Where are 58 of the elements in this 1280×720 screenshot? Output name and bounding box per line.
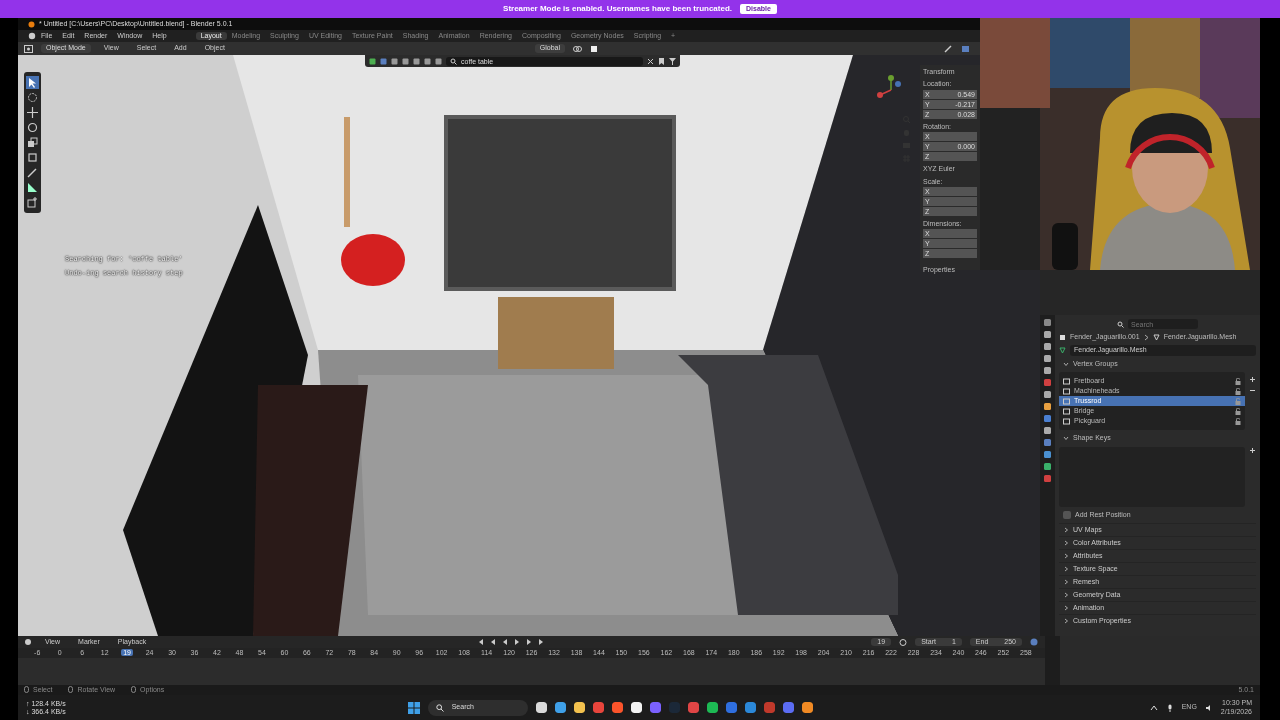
chevron-icon[interactable] — [1063, 578, 1069, 585]
object-icon — [1059, 333, 1066, 341]
chevron-icon[interactable] — [1063, 604, 1069, 611]
ruler-icon[interactable] — [26, 181, 39, 194]
lock-icon[interactable] — [1235, 407, 1241, 415]
lock-icon[interactable] — [1235, 387, 1241, 395]
select-circle-icon[interactable] — [26, 91, 39, 104]
search-icon — [435, 703, 444, 712]
chevron-icon[interactable] — [1063, 526, 1069, 533]
search-icon — [1117, 320, 1124, 328]
mouse-icon — [131, 686, 137, 694]
caret-icon[interactable] — [1149, 703, 1158, 712]
app-icon[interactable] — [573, 702, 585, 713]
chevron-icon[interactable] — [1063, 435, 1069, 442]
scale-icon[interactable] — [26, 136, 39, 149]
pivot-icon[interactable] — [573, 44, 582, 53]
mouse-icon — [68, 686, 74, 694]
chevron-icon[interactable] — [1063, 360, 1069, 367]
filter-icon[interactable] — [669, 57, 676, 65]
chevron-icon[interactable] — [1063, 591, 1069, 598]
banner-text: Streamer Mode is enabled. Usernames have been truncated. — [503, 4, 733, 14]
keying-icon[interactable] — [1030, 638, 1039, 646]
app-icon[interactable] — [630, 702, 642, 713]
speaker-icon[interactable] — [1204, 703, 1213, 712]
chevron-icon[interactable] — [1063, 565, 1069, 572]
app-icon[interactable] — [706, 702, 718, 713]
cursor-icon[interactable] — [26, 76, 39, 89]
app-icon[interactable] — [554, 702, 566, 713]
checkbox[interactable] — [1063, 510, 1071, 519]
app-icon[interactable] — [801, 702, 813, 713]
chevron-icon[interactable] — [1063, 552, 1069, 559]
jump-start-icon[interactable] — [477, 638, 486, 646]
chevron-icon[interactable] — [1063, 617, 1069, 624]
mouse-icon — [24, 686, 29, 694]
chevron-icon[interactable] — [1063, 539, 1069, 546]
play-reverse-icon[interactable] — [501, 638, 510, 646]
add-icon[interactable] — [1249, 376, 1256, 384]
transform-icon[interactable] — [26, 151, 39, 164]
editor-type-icon[interactable] — [24, 44, 33, 53]
editor-type-icon[interactable] — [24, 638, 32, 646]
mesh-icon — [1152, 333, 1160, 341]
lock-icon[interactable] — [1235, 377, 1241, 385]
app-icon[interactable] — [535, 702, 547, 713]
add-icon[interactable] — [1249, 446, 1256, 454]
rotate-icon[interactable] — [26, 121, 39, 134]
snap-icon[interactable] — [590, 44, 598, 53]
add-cube-icon[interactable] — [26, 196, 39, 209]
overlay-icon[interactable] — [961, 44, 970, 53]
stopwatch-icon[interactable] — [899, 638, 908, 646]
previous-keyframe-icon[interactable] — [489, 638, 498, 646]
bookmark-icon[interactable] — [658, 57, 665, 65]
chevron-icon — [1143, 333, 1149, 341]
mesh-icon[interactable] — [1059, 347, 1066, 355]
clear-icon[interactable] — [647, 57, 654, 65]
lock-icon[interactable] — [1235, 417, 1241, 425]
search-icon — [450, 57, 457, 65]
move-icon[interactable] — [26, 106, 39, 119]
windows-start-icon[interactable] — [407, 701, 420, 714]
